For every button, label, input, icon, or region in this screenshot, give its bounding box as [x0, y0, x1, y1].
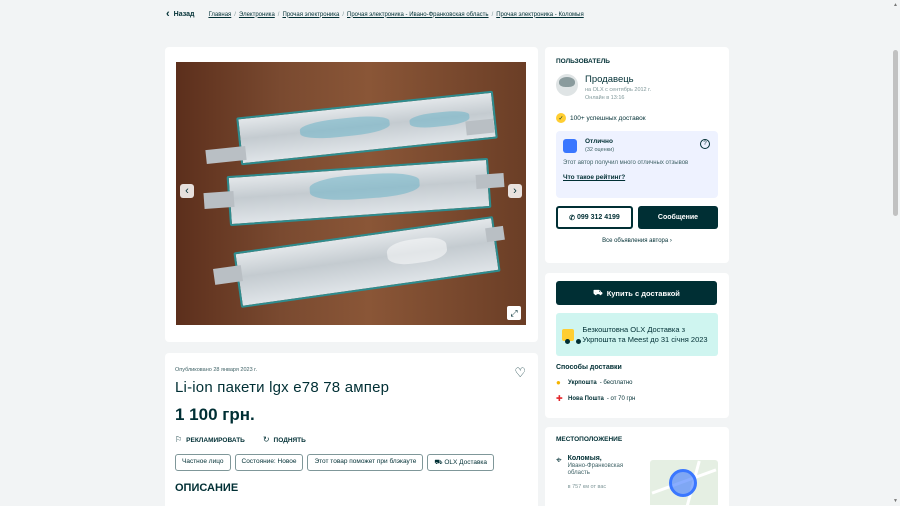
breadcrumb-item[interactable]: Прочая электроника - Коломыя [496, 12, 584, 18]
location-card: МЕСТОПОЛОЖЕНИЕ ⌖ Коломыя, Ивано-Франковс… [545, 427, 729, 506]
rating-title: Отлично [585, 138, 613, 145]
location-map[interactable] [650, 460, 718, 506]
breadcrumb-item[interactable]: Прочая электроника [282, 12, 339, 18]
promo-text: Безкоштовна OLX Доставка з Укрпошта та M… [582, 325, 708, 344]
listing-tags: Частное лицо Состояние: Новое Этот товар… [175, 454, 528, 471]
successful-deliveries: 100+ успешных доставок [570, 114, 646, 122]
user-card: ПОЛЬЗОВАТЕЛЬ Продавець на OLX с сентябрь… [545, 47, 729, 263]
location-distance: в 757 км от вас [567, 484, 607, 491]
help-icon[interactable]: ? [700, 139, 710, 149]
scroll-up-icon[interactable]: ▲ [893, 2, 898, 8]
delivery-card: ⛟ Купить с доставкой Безкоштовна OLX Дос… [545, 273, 729, 418]
rating-icon [563, 139, 577, 153]
user-section-label: ПОЛЬЗОВАТЕЛЬ [556, 58, 610, 65]
ukrposhta-icon: ● [556, 378, 561, 387]
location-city: Коломыя, [567, 455, 602, 462]
truck-icon: ⛟ [593, 288, 607, 297]
raise-button[interactable]: ↻ ПОДНЯТЬ [263, 435, 306, 444]
heart-icon[interactable]: ♡ [514, 365, 526, 381]
chevron-right-icon: › [668, 238, 672, 244]
listing-title: Li-ion пакети lgx e78 78 ампер [175, 379, 390, 396]
rating-info-link[interactable]: Что такое рейтинг? [563, 174, 711, 181]
location-pin-icon: ⌖ [556, 455, 562, 466]
listing-price: 1 100 грн. [175, 405, 255, 424]
seller-since: на OLX с сентябрь 2012 г. [585, 87, 652, 93]
top-nav: ‹ Назад Главная / Электроника / Прочая э… [166, 9, 584, 20]
rating-panel: Отлично (32 оценки) ? Этот автор получил… [556, 131, 718, 198]
fullscreen-icon[interactable]: ⤢ [507, 306, 521, 320]
flag-icon: ⚐ [175, 435, 183, 444]
tag: Частное лицо [175, 454, 231, 471]
breadcrumb-item[interactable]: Главная [208, 12, 231, 18]
rating-count: (32 оценки) [585, 147, 615, 153]
shipping-method: ● Укрпошта - бесплатно [556, 378, 633, 387]
listing-photo[interactable]: ‹ › ⤢ [176, 62, 526, 325]
shipping-method: ✚ Нова Пошта - от 70 грн [556, 394, 636, 403]
description-heading: ОПИСАНИЕ [175, 482, 239, 494]
delivery-promo: Безкоштовна OLX Доставка з Укрпошта та M… [556, 313, 718, 356]
scroll-down-icon[interactable]: ▼ [893, 498, 898, 504]
show-phone-button[interactable]: ✆ 099 312 4199 [556, 206, 633, 229]
breadcrumb-item[interactable]: Прочая электроника - Ивано-Франковская о… [347, 12, 489, 18]
previous-photo-button[interactable]: ‹ [180, 184, 194, 198]
breadcrumb-item[interactable]: Электроника [239, 12, 275, 18]
advertise-button[interactable]: ⚐ РЕКЛАМИРОВАТЬ [175, 435, 245, 444]
location-region: Ивано-Франковская область [567, 463, 624, 477]
listing-details: Опубликовано 28 января 2023 г. ♡ Li-ion … [165, 353, 538, 506]
photo-gallery: ‹ › ⤢ [165, 47, 538, 342]
seller-online: Онлайн в 13:16 [585, 95, 625, 101]
chevron-left-icon: ‹ [166, 8, 170, 20]
tag: Состояние: Новое [234, 454, 304, 471]
location-area-marker [669, 469, 697, 497]
scroll-thumb[interactable] [893, 50, 898, 216]
page-scrollbar[interactable]: ▲ ▼ [890, 0, 900, 506]
delivery-badge-icon: ✓ [556, 113, 566, 123]
tag-olx-delivery[interactable]: ⛟ OLX Доставка [427, 454, 495, 471]
back-button[interactable]: ‹ Назад [166, 9, 194, 20]
phone-icon: ✆ [569, 214, 577, 222]
refresh-icon: ↻ [262, 435, 270, 444]
all-ads-link[interactable]: Все объявления автора › [556, 238, 718, 244]
tag[interactable]: Этот товар поможет при блэкауте [307, 454, 424, 471]
buy-with-delivery-button[interactable]: ⛟ Купить с доставкой [556, 281, 717, 305]
rating-description: Этот автор получил много отличных отзыво… [563, 160, 689, 166]
back-label: Назад [173, 11, 195, 18]
next-photo-button[interactable]: › [508, 184, 522, 198]
avatar[interactable] [556, 74, 578, 96]
delivery-truck-icon [562, 328, 575, 344]
nova-poshta-icon: ✚ [556, 394, 563, 403]
truck-icon: ⛟ [434, 459, 445, 466]
seller-name[interactable]: Продавець [585, 74, 651, 85]
published-date: Опубликовано 28 января 2023 г. [175, 367, 258, 373]
breadcrumb: Главная / Электроника / Прочая электрони… [208, 11, 584, 18]
location-section-label: МЕСТОПОЛОЖЕНИЕ [556, 436, 623, 443]
message-button[interactable]: Сообщение [638, 206, 718, 229]
shipping-heading: Способы доставки [556, 364, 622, 371]
